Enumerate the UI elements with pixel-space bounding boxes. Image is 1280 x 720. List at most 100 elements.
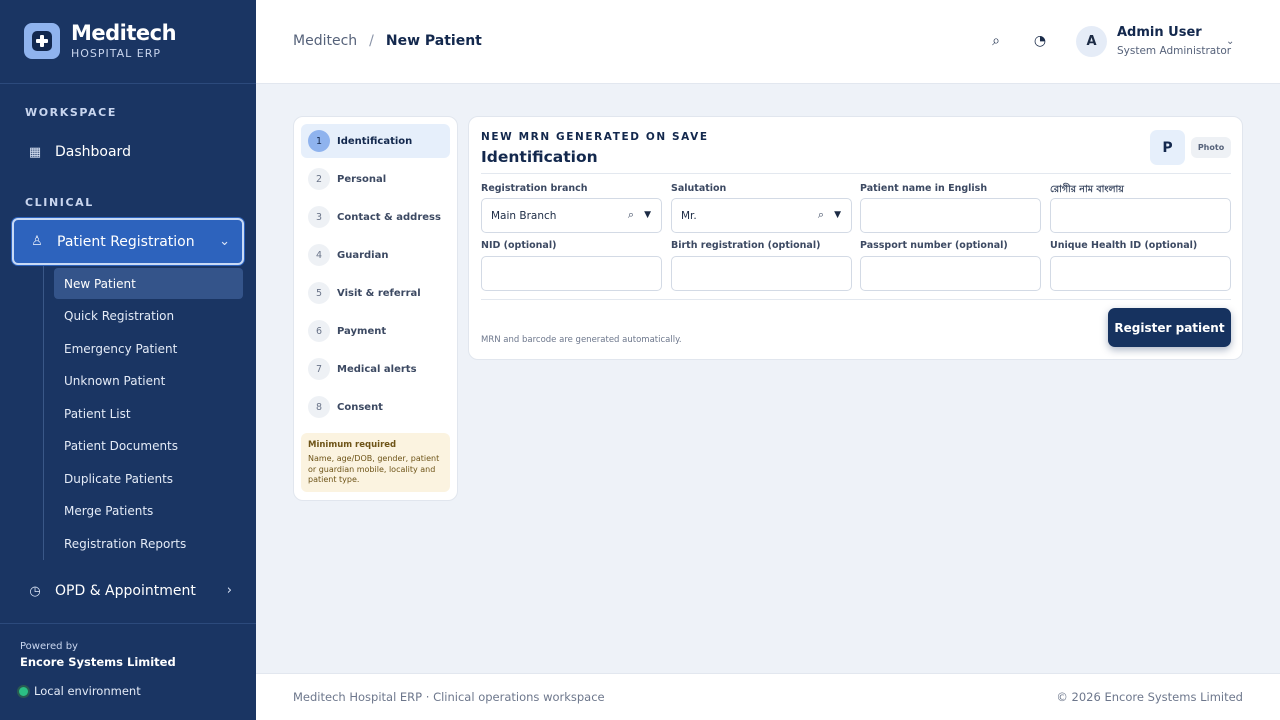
brand[interactable]: Meditech HOSPITAL ERP xyxy=(24,21,177,60)
step-number: 3 xyxy=(308,206,330,228)
step-label: Visit & referral xyxy=(337,287,421,299)
registration-branch-value: Main Branch xyxy=(491,209,557,222)
minimum-required-note: Minimum required Name, age/DOB, gender, … xyxy=(301,433,450,492)
sidebar-item-patient-registration[interactable]: ♙ Patient Registration ⌄ xyxy=(12,218,244,265)
photo-button[interactable]: Photo xyxy=(1191,137,1231,158)
step-label: Identification xyxy=(337,135,413,147)
submenu-item-registration-reports[interactable]: Registration Reports xyxy=(54,528,243,559)
chevron-right-icon: › xyxy=(226,583,232,598)
birth-registration-label: Birth registration (optional) xyxy=(671,240,821,251)
nid-input[interactable] xyxy=(481,256,662,291)
step-personal[interactable]: 2 Personal xyxy=(301,162,450,196)
company-name: Encore Systems Limited xyxy=(20,655,176,669)
content-footer: Meditech Hospital ERP · Clinical operati… xyxy=(256,673,1280,720)
search-icon[interactable]: ⌕ xyxy=(986,31,1006,51)
section-label-workspace: WORKSPACE xyxy=(25,106,117,119)
passport-input[interactable] xyxy=(860,256,1041,291)
footer-product-text: Meditech Hospital ERP · Clinical operati… xyxy=(293,690,605,704)
medical-cross-icon xyxy=(24,23,60,59)
avatar[interactable]: A xyxy=(1076,26,1107,57)
footer-copyright: © 2026 Encore Systems Limited xyxy=(1056,690,1243,704)
step-identification[interactable]: 1 Identification xyxy=(301,124,450,158)
salutation-select[interactable]: Mr. ⌕ ▼ xyxy=(671,198,852,233)
step-number: 2 xyxy=(308,168,330,190)
brand-subtitle: HOSPITAL ERP xyxy=(71,47,162,60)
sidebar-footer: Powered by Encore Systems Limited xyxy=(20,641,176,669)
name-bangla-input[interactable] xyxy=(1050,198,1231,233)
passport-label: Passport number (optional) xyxy=(860,240,1008,251)
step-number: 6 xyxy=(308,320,330,342)
grid-icon: ▦ xyxy=(28,144,42,160)
sidebar: Meditech HOSPITAL ERP WORKSPACE ▦ Dashbo… xyxy=(0,0,256,720)
step-contact-address[interactable]: 3 Contact & address xyxy=(301,200,450,234)
search-icon[interactable]: ⌕ xyxy=(818,208,824,222)
step-label: Contact & address xyxy=(337,211,441,223)
submenu-item-duplicate-patients[interactable]: Duplicate Patients xyxy=(54,463,243,494)
breadcrumb-separator: / xyxy=(369,33,374,49)
submenu-item-emergency-patient[interactable]: Emergency Patient xyxy=(54,333,243,364)
form-eyebrow: NEW MRN GENERATED ON SAVE xyxy=(481,131,709,143)
environment-label: Local environment xyxy=(34,684,141,698)
register-patient-button[interactable]: Register patient xyxy=(1108,308,1231,347)
clock-icon: ◷ xyxy=(29,583,41,599)
step-medical-alerts[interactable]: 7 Medical alerts xyxy=(301,352,450,386)
theme-toggle-icon[interactable]: ◔ xyxy=(1030,31,1050,51)
step-guardian[interactable]: 4 Guardian xyxy=(301,238,450,272)
unique-health-id-input[interactable] xyxy=(1050,256,1231,291)
step-visit-referral[interactable]: 5 Visit & referral xyxy=(301,276,450,310)
breadcrumb: Meditech / New Patient xyxy=(293,33,482,49)
minimum-required-title: Minimum required xyxy=(308,440,397,450)
minimum-required-text: Name, age/DOB, gender, patient or guardi… xyxy=(308,454,440,484)
step-number: 1 xyxy=(308,130,330,152)
step-label: Medical alerts xyxy=(337,363,417,375)
submenu-guide-line xyxy=(43,266,44,560)
submenu-item-quick-registration[interactable]: Quick Registration xyxy=(54,300,243,331)
name-bangla-label: রোগীর নাম বাংলায় xyxy=(1050,184,1124,195)
breadcrumb-current: New Patient xyxy=(385,33,482,49)
step-number: 4 xyxy=(308,244,330,266)
identification-form: NEW MRN GENERATED ON SAVE Identification… xyxy=(468,116,1243,360)
submenu-item-merge-patients[interactable]: Merge Patients xyxy=(54,495,243,526)
birth-registration-input[interactable] xyxy=(671,256,852,291)
step-number: 5 xyxy=(308,282,330,304)
step-consent[interactable]: 8 Consent xyxy=(301,390,450,424)
step-number: 7 xyxy=(308,358,330,380)
registration-branch-select[interactable]: Main Branch ⌕ ▼ xyxy=(481,198,662,233)
submenu-item-new-patient[interactable]: New Patient xyxy=(54,268,243,299)
unique-health-id-label: Unique Health ID (optional) xyxy=(1050,240,1198,251)
salutation-value: Mr. xyxy=(681,209,697,222)
step-label: Personal xyxy=(337,173,387,185)
sidebar-item-dashboard[interactable]: ▦ Dashboard xyxy=(12,130,244,174)
environment-status: Local environment xyxy=(19,684,141,698)
sidebar-item-label: OPD & Appointment xyxy=(55,583,196,599)
chevron-down-icon[interactable]: ▼ xyxy=(834,210,841,220)
powered-by-label: Powered by xyxy=(20,641,78,652)
chevron-down-icon[interactable]: ▼ xyxy=(644,210,651,220)
brand-name: Meditech xyxy=(71,21,177,45)
step-label: Consent xyxy=(337,401,383,413)
sidebar-divider xyxy=(0,83,256,84)
person-icon: ♙ xyxy=(31,234,43,249)
submenu-item-unknown-patient[interactable]: Unknown Patient xyxy=(54,365,243,396)
nid-label: NID (optional) xyxy=(481,240,557,251)
search-icon[interactable]: ⌕ xyxy=(628,208,634,222)
submenu-item-patient-list[interactable]: Patient List xyxy=(54,398,243,429)
chevron-down-icon[interactable]: ⌄ xyxy=(1226,36,1234,47)
breadcrumb-root[interactable]: Meditech xyxy=(293,33,357,49)
form-divider xyxy=(481,299,1231,300)
section-label-clinical: CLINICAL xyxy=(25,196,94,209)
name-english-input[interactable] xyxy=(860,198,1041,233)
submenu-item-patient-documents[interactable]: Patient Documents xyxy=(54,430,243,461)
step-number: 8 xyxy=(308,396,330,418)
top-header: Meditech / New Patient ⌕ ◔ A Admin User … xyxy=(256,0,1280,84)
name-english-label: Patient name in English xyxy=(860,183,988,194)
status-dot-icon xyxy=(19,686,28,696)
user-name[interactable]: Admin User xyxy=(1117,25,1202,40)
step-payment[interactable]: 6 Payment xyxy=(301,314,450,348)
registration-branch-label: Registration branch xyxy=(481,183,588,194)
form-divider xyxy=(481,173,1231,174)
sidebar-item-opd-appointment[interactable]: ◷ OPD & Appointment › xyxy=(12,569,244,613)
sidebar-item-label: Patient Registration xyxy=(57,233,195,250)
form-title: Identification xyxy=(481,148,598,166)
user-role: System Administrator xyxy=(1117,45,1232,57)
